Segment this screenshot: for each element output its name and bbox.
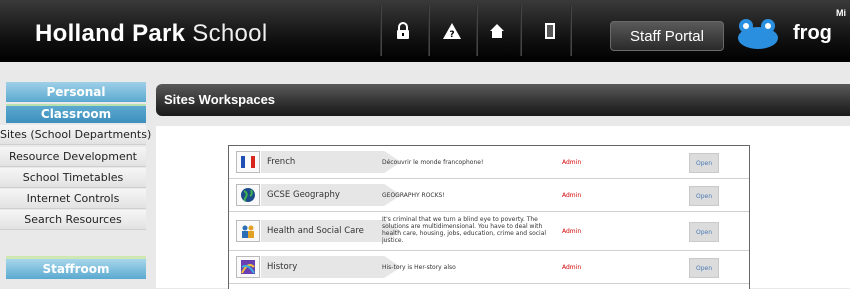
- frog-text: frog: [793, 22, 832, 44]
- role-label: Admin: [562, 192, 582, 199]
- role-label: Admin: [562, 159, 582, 166]
- site-description: It's criminal that we turn a blind eye t…: [382, 216, 547, 244]
- lock-icon[interactable]: [388, 16, 418, 46]
- open-button[interactable]: Open: [689, 186, 719, 206]
- staff-portal-button[interactable]: Staff Portal: [610, 21, 724, 51]
- site-name-tab[interactable]: Health and Social Care: [261, 220, 401, 242]
- role-label: Admin: [562, 264, 582, 271]
- sites-list: French Découvrir le monde francophone! A…: [228, 145, 750, 289]
- site-description: GEOGRAPHY ROCKS!: [382, 192, 445, 199]
- page-title: Sites Workspaces: [156, 84, 850, 116]
- sidebar-item-school-timetables[interactable]: School Timetables: [0, 168, 146, 188]
- site-description: Découvrir le monde francophone!: [382, 159, 484, 166]
- site-name-tab[interactable]: History: [261, 256, 401, 278]
- door-icon[interactable]: [535, 16, 565, 46]
- history-icon: [236, 256, 260, 278]
- list-item: Health and Social Care It's criminal tha…: [229, 212, 749, 251]
- list-item: GCSE Geography GEOGRAPHY ROCKS! Admin Op…: [229, 179, 749, 212]
- globe-icon: [236, 184, 260, 206]
- school-logo[interactable]: Holland Park School: [35, 20, 267, 48]
- sidebar-personal-tab[interactable]: Personal: [6, 82, 146, 102]
- divider: [428, 6, 430, 56]
- site-description: His-tory is Her-story also: [382, 264, 456, 271]
- svg-text:?: ?: [449, 30, 454, 40]
- role-label: Admin: [562, 228, 582, 235]
- divider: [570, 6, 572, 56]
- divider: [520, 6, 522, 56]
- sidebar-item-resource-development[interactable]: Resource Development: [0, 147, 146, 167]
- sidebar-classroom-tab[interactable]: Classroom: [6, 104, 146, 123]
- logo-light-text: School: [192, 20, 268, 47]
- sidebar-item-internet-controls[interactable]: Internet Controls: [0, 189, 146, 209]
- open-button[interactable]: Open: [689, 222, 719, 242]
- open-button[interactable]: Open: [689, 153, 719, 173]
- list-item: French Découvrir le monde francophone! A…: [229, 146, 749, 179]
- user-name-cut: Mi: [836, 8, 846, 18]
- site-name-tab[interactable]: French: [261, 151, 401, 173]
- top-bar: Holland Park School ? Staff Portal frog …: [0, 0, 850, 62]
- list-item: History His-tory is Her-story also Admin…: [229, 251, 749, 284]
- open-button[interactable]: Open: [689, 258, 719, 278]
- sidebar-staffroom-tab[interactable]: Staffroom: [6, 256, 146, 279]
- french-flag-icon: [236, 151, 260, 173]
- site-name-tab[interactable]: GCSE Geography: [261, 184, 401, 206]
- sidebar-item-search-resources[interactable]: Search Resources: [0, 210, 146, 230]
- warning-icon[interactable]: ?: [437, 16, 467, 46]
- people-icon: [236, 220, 260, 242]
- home-icon[interactable]: [482, 16, 512, 46]
- divider: [476, 6, 478, 56]
- divider: [380, 6, 382, 56]
- logo-bold-text: Holland Park: [35, 20, 186, 47]
- sidebar-item-sites[interactable]: Sites (School Departments): [0, 125, 151, 145]
